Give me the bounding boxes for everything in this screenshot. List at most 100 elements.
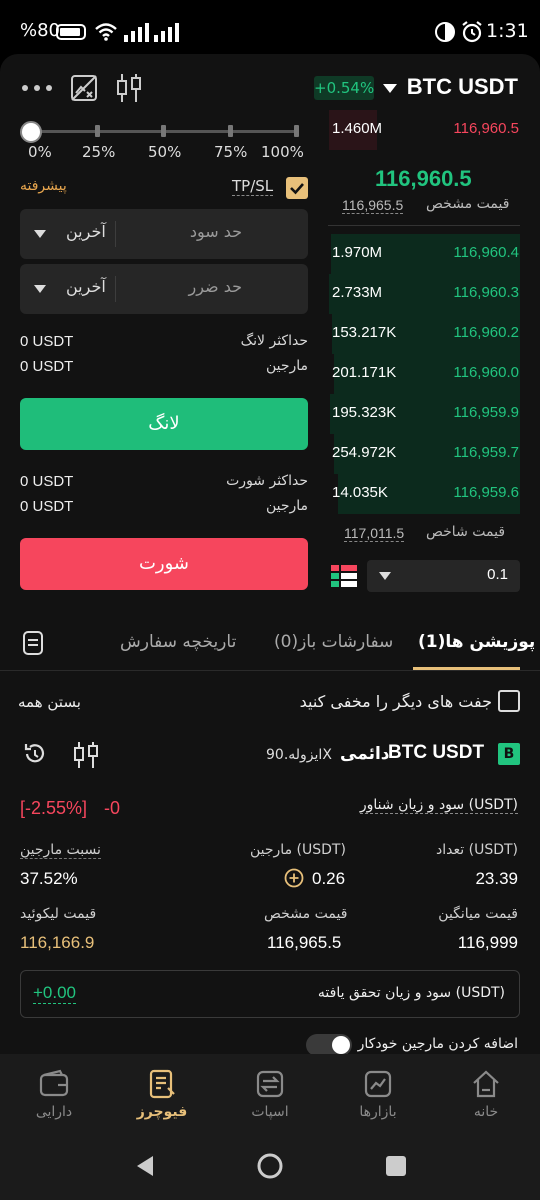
- chevron-down-icon[interactable]: [34, 285, 46, 293]
- position-margin-label: مارجین (USDT): [250, 842, 346, 858]
- bid-qty: 2.733M: [332, 284, 383, 301]
- margin-short-value: 0 USDT: [20, 498, 74, 515]
- bid-price: 116,960.3: [453, 284, 519, 301]
- price-step-value[interactable]: 0.1: [487, 566, 508, 583]
- orderbook-layout-icon[interactable]: [331, 565, 357, 587]
- stop-loss-placeholder[interactable]: حد ضرر: [188, 277, 242, 296]
- bid-qty: 201.171K: [332, 364, 397, 381]
- nav-label: دارایی: [35, 1104, 73, 1120]
- signal-icon: [124, 23, 149, 42]
- slider-tick[interactable]: [95, 125, 100, 137]
- max-long-label: حداکثر لانگ: [240, 333, 308, 349]
- margin-long-value: 0 USDT: [20, 358, 74, 375]
- hide-other-pairs-label[interactable]: جفت های دیگر را مخفی کنید: [300, 692, 492, 711]
- unrealized-pnl-value: -0: [104, 798, 121, 818]
- tpsl-checkbox[interactable]: [286, 177, 308, 199]
- take-profit-unit[interactable]: آخرین: [66, 222, 106, 241]
- hide-other-pairs-checkbox[interactable]: [498, 690, 520, 712]
- bid-row[interactable]: 254.972K 116,959.7: [329, 434, 520, 474]
- chart-off-icon[interactable]: [70, 74, 98, 102]
- pair-selector[interactable]: BTC USDT: [407, 74, 518, 100]
- auto-margin-toggle[interactable]: [306, 1034, 352, 1056]
- close-all-button[interactable]: بستن همه: [18, 693, 81, 711]
- slider-handle[interactable]: [20, 121, 42, 143]
- tab-positions[interactable]: پوزیشن ها(1): [418, 632, 535, 652]
- more-icon[interactable]: [20, 78, 56, 98]
- slider-tick[interactable]: [228, 125, 233, 137]
- max-long-value: 0 USDT: [20, 333, 74, 350]
- slider-label-100[interactable]: 100%: [261, 143, 304, 161]
- tpsl-label[interactable]: TP/SL: [232, 177, 274, 196]
- margin-ratio-label[interactable]: نسبت مارجین: [20, 842, 101, 859]
- bid-row[interactable]: 14.035K 116,959.6: [329, 474, 520, 514]
- document-icon[interactable]: [22, 630, 44, 656]
- bid-row[interactable]: 201.171K 116,960.0: [329, 354, 520, 394]
- slider-label-25[interactable]: 25%: [82, 143, 115, 161]
- position-margin-value: 0.26: [312, 869, 346, 888]
- data-saver-icon: [435, 22, 455, 42]
- ask-row[interactable]: 1.460M 116,960.5: [329, 110, 520, 150]
- position-pair[interactable]: BTC USDT: [388, 742, 484, 764]
- price-change-badge: +0.54%: [314, 76, 374, 100]
- slider-tick[interactable]: [161, 125, 166, 137]
- side-badge: B: [498, 743, 520, 765]
- nav-spot[interactable]: اسپات: [216, 1054, 324, 1134]
- bid-price: 116,959.9: [453, 404, 519, 421]
- clock: 1:31: [486, 20, 529, 42]
- realized-pnl-label: سود و زیان تحقق یافته (USDT): [317, 985, 505, 1001]
- mark-price-label: قیمت مشخص: [426, 196, 510, 212]
- take-profit-field[interactable]: آخرین حد سود: [20, 209, 308, 259]
- pair-dropdown-icon[interactable]: [383, 84, 397, 93]
- bid-qty: 153.217K: [332, 324, 397, 341]
- tab-open-orders[interactable]: سفارشات باز(0): [274, 632, 393, 652]
- stop-loss-field[interactable]: آخرین حد ضرر: [20, 264, 308, 314]
- stop-loss-unit[interactable]: آخرین: [66, 277, 106, 296]
- nav-assets[interactable]: دارایی: [0, 1054, 108, 1134]
- slider-label-0[interactable]: 0%: [28, 143, 52, 161]
- recents-icon[interactable]: [386, 1156, 406, 1176]
- position-mark-price-value: 116,965.5: [267, 933, 342, 952]
- max-short-value: 0 USDT: [20, 473, 74, 490]
- long-button[interactable]: لانگ: [20, 398, 308, 450]
- position-type: دائمی: [340, 744, 390, 764]
- chevron-down-icon[interactable]: [379, 572, 391, 580]
- home-circle-icon[interactable]: [256, 1152, 284, 1180]
- nav-home[interactable]: خانه: [432, 1054, 540, 1134]
- bid-row[interactable]: 1.970M 116,960.4: [329, 234, 520, 274]
- bid-qty: 254.972K: [332, 444, 397, 461]
- advanced-link[interactable]: پیشرفته: [20, 178, 67, 194]
- price-step-select[interactable]: 0.1: [367, 560, 520, 592]
- short-button[interactable]: شورت: [20, 538, 308, 590]
- slider-label-75[interactable]: 75%: [214, 143, 247, 161]
- signal-icon: [154, 23, 179, 42]
- max-short-label: حداکثر شورت: [226, 473, 308, 489]
- share-icon[interactable]: [22, 741, 48, 767]
- quantity-label: تعداد (USDT): [436, 842, 518, 858]
- quantity-value: 23.39: [475, 869, 518, 888]
- chevron-down-icon[interactable]: [34, 230, 46, 238]
- spot-icon: [256, 1070, 284, 1098]
- candlestick-icon[interactable]: [114, 72, 144, 104]
- tab-order-history[interactable]: تاریخچه سفارش: [120, 632, 236, 652]
- nav-futures[interactable]: فیوچرز: [108, 1054, 216, 1134]
- margin-short-label: مارجین: [265, 498, 308, 514]
- bid-row[interactable]: 195.323K 116,959.9: [329, 394, 520, 434]
- nav-label: بازارها: [359, 1104, 397, 1120]
- bid-qty: 14.035K: [332, 484, 388, 501]
- slider-tick[interactable]: [294, 125, 299, 137]
- bid-row[interactable]: 2.733M 116,960.3: [329, 274, 520, 314]
- back-icon[interactable]: [134, 1154, 156, 1178]
- unrealized-pnl-label[interactable]: سود و زیان شناور (USDT): [359, 797, 518, 814]
- candlestick-icon[interactable]: [72, 740, 100, 770]
- bid-qty: 1.970M: [332, 244, 383, 261]
- wifi-icon: [95, 23, 117, 41]
- index-price-label: قیمت شاخص: [426, 524, 506, 540]
- add-margin-icon[interactable]: [284, 868, 304, 888]
- bid-price: 116,959.6: [453, 484, 519, 501]
- nav-markets[interactable]: بازارها: [324, 1054, 432, 1134]
- avg-price-label: قیمت میانگین: [438, 906, 518, 922]
- take-profit-placeholder[interactable]: حد سود: [190, 222, 242, 241]
- slider-label-50[interactable]: 50%: [148, 143, 181, 161]
- bid-row[interactable]: 153.217K 116,960.2: [329, 314, 520, 354]
- unrealized-pnl-pct: [-2.55%]: [20, 798, 88, 818]
